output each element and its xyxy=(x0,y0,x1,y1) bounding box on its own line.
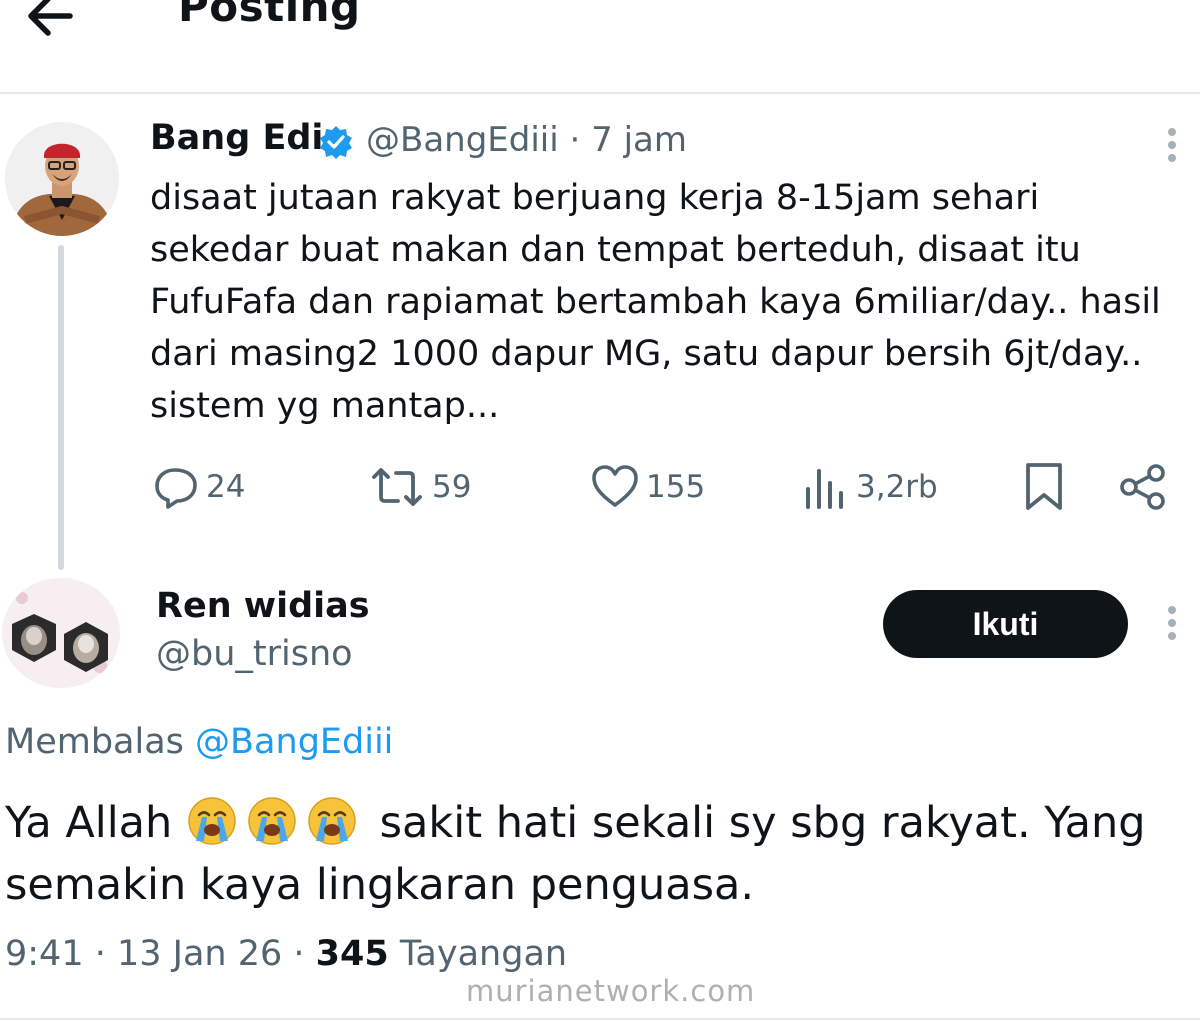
page-title: Posting xyxy=(178,0,361,31)
bookmark-button[interactable] xyxy=(1022,462,1072,512)
bookmark-icon xyxy=(1026,463,1062,510)
replying-mention-link[interactable]: @BangEdiii xyxy=(195,722,393,762)
more-options-icon[interactable] xyxy=(1168,128,1176,167)
replying-to: Membalas @BangEdiii xyxy=(5,722,393,762)
share-icon xyxy=(1120,464,1165,510)
verified-badge-icon xyxy=(320,126,352,159)
arrow-left-icon[interactable] xyxy=(22,0,82,46)
reply-timestamp: 9:41 · 13 Jan 26 · 345 Tayangan xyxy=(5,934,567,974)
author-name[interactable]: Bang Edi xyxy=(150,118,323,158)
loudly-crying-face-icon xyxy=(308,797,356,845)
reply-views-label: Tayangan xyxy=(399,934,568,974)
reply-text: Ya Allah sakit hati sekali sy sbg rakyat… xyxy=(5,792,1185,916)
author-handle-time: @BangEdiii · 7 jam xyxy=(366,120,687,160)
like-count: 155 xyxy=(646,469,706,505)
avatar-image xyxy=(2,578,120,688)
like-button[interactable]: 155 xyxy=(590,462,705,512)
reply-text-end: sakit hati sekali sy sbg rakyat. Yang se… xyxy=(5,798,1146,910)
bottom-divider xyxy=(0,1018,1200,1020)
thread-line xyxy=(58,245,64,570)
reply-button[interactable]: 24 xyxy=(152,462,245,512)
more-options-icon[interactable] xyxy=(1168,606,1176,645)
repost-icon xyxy=(372,468,422,506)
repost-button[interactable]: 59 xyxy=(368,462,471,512)
follow-button[interactable]: Ikuti xyxy=(883,590,1128,658)
avatar[interactable] xyxy=(5,122,119,236)
tweet-text: disaat jutaan rakyat berjuang kerja 8-15… xyxy=(150,178,1161,426)
post-time: · 7 jam xyxy=(569,120,687,160)
views-count: 3,2rb xyxy=(856,469,938,505)
reply-icon xyxy=(155,468,197,509)
replying-prefix: Membalas xyxy=(5,722,184,762)
reply-count: 24 xyxy=(206,469,246,505)
heart-icon xyxy=(592,465,638,507)
reply-text-start: Ya Allah xyxy=(5,798,173,848)
views-chart-icon xyxy=(806,469,843,509)
share-button[interactable] xyxy=(1118,462,1174,512)
views-button[interactable]: 3,2rb xyxy=(802,462,938,512)
reply-author-name[interactable]: Ren widias xyxy=(156,586,370,626)
repost-count: 59 xyxy=(432,469,472,505)
reply-views-count: 345 xyxy=(315,934,389,974)
reply-author-handle[interactable]: @bu_trisno xyxy=(156,634,353,674)
header-divider xyxy=(0,92,1200,94)
loudly-crying-face-icon xyxy=(248,797,296,845)
watermark: murianetwork.com xyxy=(466,974,756,1008)
avatar-image xyxy=(5,122,119,236)
avatar[interactable] xyxy=(2,578,120,688)
author-handle[interactable]: @BangEdiii xyxy=(366,120,559,160)
loudly-crying-face-icon xyxy=(188,797,236,845)
reply-time[interactable]: 9:41 · 13 Jan 26 · xyxy=(5,934,305,974)
